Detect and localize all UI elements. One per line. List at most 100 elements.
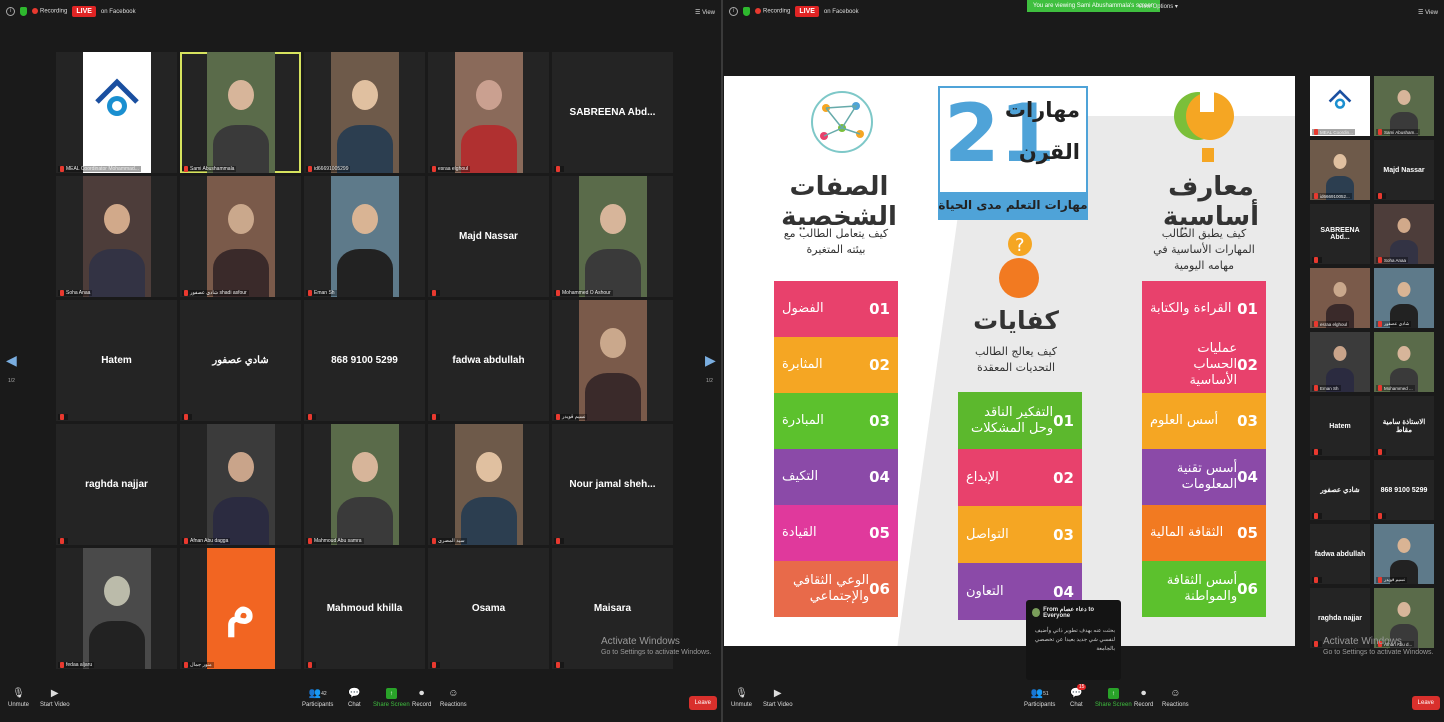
view-button[interactable]: ☰ View	[695, 9, 715, 16]
participant-tile[interactable]: شادي عصفور	[1310, 460, 1370, 520]
info-icon[interactable]: i	[729, 7, 738, 16]
muted-mic-icon	[1378, 321, 1382, 327]
encryption-shield-icon[interactable]	[743, 7, 750, 16]
unmute-button[interactable]: 🎙 Unmute	[731, 688, 752, 708]
share-screen-button[interactable]: ↑ Share Screen	[373, 688, 410, 708]
participant-tile[interactable]: سيد المصري	[428, 424, 549, 545]
recording-indicator[interactable]: Recording	[755, 8, 790, 15]
participant-label: Soha Anaa	[58, 290, 93, 296]
reactions-button[interactable]: ☺ Reactions	[1162, 688, 1189, 708]
skill-item: الفضول 01	[774, 281, 898, 337]
next-page-arrow-icon[interactable]: ▶	[705, 352, 716, 369]
brain-question-icon: ?	[999, 232, 1039, 298]
participant-tile[interactable]: Mahmoud Abu samra	[304, 424, 425, 545]
share-screen-button[interactable]: ↑ Share Screen	[1095, 688, 1132, 708]
previous-page-arrow-icon[interactable]: ◀	[6, 352, 17, 369]
participant-tile[interactable]: Hatem	[1310, 396, 1370, 456]
skill-item: المبادرة 03	[774, 393, 898, 449]
person-head	[1397, 282, 1411, 297]
participant-tile[interactable]: Eman Sh	[304, 176, 425, 297]
participant-tile[interactable]: raghda najjar	[56, 424, 177, 545]
participant-name: Mahmoud khilla	[326, 603, 403, 614]
meeting-controls-bar: 🎙 Unmute ▶ Start Video 👥 42 Participants 💬 Ch…	[0, 682, 721, 722]
participant-tile[interactable]: نسيم قويدر	[552, 300, 673, 421]
participant-label	[430, 414, 440, 420]
participant-tile[interactable]: SABREENA Abd...	[1310, 204, 1370, 264]
participant-tile[interactable]: 868 9100 5299	[304, 300, 425, 421]
participant-tile[interactable]: م منور جمال	[180, 548, 301, 669]
participant-tile[interactable]: esraa elghoul	[1310, 268, 1370, 328]
record-button[interactable]: ⏺ Record	[1134, 688, 1153, 708]
muted-mic-icon	[1378, 129, 1382, 135]
competencies-list: التفكير الناقد وحل المشكلات 01 الإبداع 02 ال…	[958, 392, 1082, 620]
participant-tile[interactable]: Soha Anaa	[56, 176, 177, 297]
leave-button[interactable]: Leave	[688, 696, 717, 710]
participant-tile[interactable]: Majd Nassar	[1374, 140, 1434, 200]
live-platform-label: on Facebook	[823, 8, 859, 15]
participant-tile[interactable]: Afnan Abu dagga	[180, 424, 301, 545]
sender-avatar	[1032, 608, 1041, 617]
record-button[interactable]: ⏺ Record	[412, 688, 431, 708]
participant-tile[interactable]: Mahmoud khilla	[304, 548, 425, 669]
participant-tile[interactable]: نسيم قويدر	[1374, 524, 1434, 584]
press-house-logo	[82, 52, 151, 173]
participant-tile[interactable]: Nour jamal sheh...	[552, 424, 673, 545]
muted-mic-icon	[1378, 513, 1382, 519]
participant-tile[interactable]: Sami Abushammala	[180, 52, 301, 173]
participants-button[interactable]: 👥 42 Participants	[302, 688, 333, 708]
live-badge[interactable]: LIVE	[72, 6, 96, 17]
participant-label	[1312, 577, 1322, 583]
info-icon[interactable]: i	[6, 7, 15, 16]
participant-tile[interactable]: شادي عصفور	[1374, 268, 1434, 328]
participant-tile[interactable]: Mohammed ...	[1374, 332, 1434, 392]
participant-tile[interactable]: MEAL Coordinator Mohammad...	[56, 52, 177, 173]
chat-button[interactable]: 💬 15 Chat	[1070, 684, 1087, 708]
reactions-icon: ☺	[448, 688, 459, 699]
view-button[interactable]: ☰ View	[1418, 9, 1438, 16]
chat-button[interactable]: 💬 Chat	[348, 688, 361, 708]
participant-tile[interactable]: شادي عصفور shadi asfour	[180, 176, 301, 297]
muted-mic-icon	[432, 662, 436, 668]
view-options-button[interactable]: View Options ▾	[1138, 3, 1178, 10]
muted-mic-icon	[184, 538, 188, 544]
participant-tile[interactable]: MEAL Coordin...	[1310, 76, 1370, 136]
participant-label	[430, 290, 440, 296]
chat-notification-popup[interactable]: From دعاء عصام to Everyone بحثت عنه بهدف…	[1026, 600, 1121, 680]
participant-tile[interactable]: Soha Anaa	[1374, 204, 1434, 264]
skill-label: التعاون	[966, 583, 1004, 599]
participant-tile[interactable]: esraa elghoul	[428, 52, 549, 173]
muted-mic-icon	[556, 662, 560, 668]
meeting-topbar: i Recording LIVE on Facebook	[6, 6, 136, 17]
participant-tile[interactable]: SABREENA Abd...	[552, 52, 673, 173]
participant-tile[interactable]: Mohammed O Ashour	[552, 176, 673, 297]
participant-tile[interactable]: Osama	[428, 548, 549, 669]
live-badge[interactable]: LIVE	[795, 6, 819, 17]
participant-tile[interactable]: Hatem	[56, 300, 177, 421]
start-video-button[interactable]: ▶ Start Video	[40, 688, 70, 708]
participant-tile[interactable]: شادي عصفور	[180, 300, 301, 421]
muted-mic-icon	[432, 166, 436, 172]
unmute-button[interactable]: 🎙 Unmute	[8, 688, 29, 708]
participant-tile[interactable]: Majd Nassar	[428, 176, 549, 297]
participant-tile[interactable]: 868 9100 5299	[1374, 460, 1434, 520]
participant-tile[interactable]: الاستاذة سامية مقاط	[1374, 396, 1434, 456]
participants-button[interactable]: 👥 51 Participants	[1024, 688, 1055, 708]
participant-label	[430, 662, 440, 668]
skill-label: القيادة	[782, 525, 817, 540]
leave-button[interactable]: Leave	[1411, 696, 1440, 710]
skill-number: 04	[869, 468, 890, 486]
participant-tile[interactable]: fadwa abdullah	[428, 300, 549, 421]
encryption-shield-icon[interactable]	[20, 7, 27, 16]
recording-indicator[interactable]: Recording	[32, 8, 67, 15]
skill-number: 03	[1053, 525, 1074, 544]
participant-label: MEAL Coordinator Mohammad...	[58, 166, 141, 172]
participant-tile[interactable]: id66691005299	[304, 52, 425, 173]
participant-tile[interactable]: fedaa aljaru	[56, 548, 177, 669]
participant-tile[interactable]: Eman Sh	[1310, 332, 1370, 392]
participant-tile[interactable]: fadwa abdullah	[1310, 524, 1370, 584]
participant-tile[interactable]: id666910052...	[1310, 140, 1370, 200]
start-video-button[interactable]: ▶ Start Video	[763, 688, 793, 708]
participant-label: Afnan Abu dagga	[182, 538, 231, 544]
reactions-button[interactable]: ☺ Reactions	[440, 688, 467, 708]
participant-tile[interactable]: Sami Abusham...	[1374, 76, 1434, 136]
